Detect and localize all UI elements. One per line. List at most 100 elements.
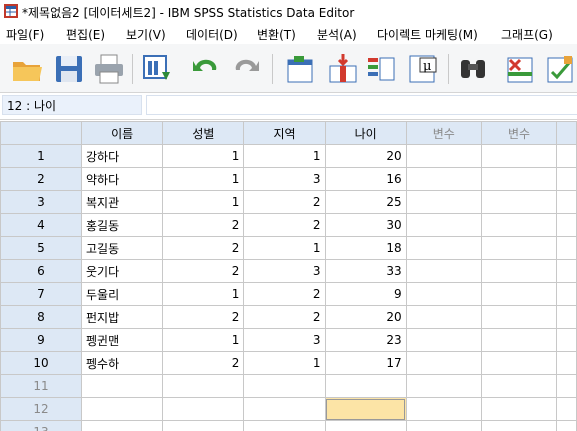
data-cell[interactable]: [405, 397, 482, 421]
data-cell[interactable]: 1: [243, 351, 326, 375]
data-cell[interactable]: 30: [324, 213, 407, 237]
data-cell[interactable]: [243, 397, 326, 421]
data-cell[interactable]: 25: [324, 190, 407, 214]
data-cell[interactable]: [480, 420, 558, 431]
column-header-partial[interactable]: [556, 121, 577, 145]
save-icon[interactable]: [52, 52, 86, 86]
data-cell[interactable]: 2: [162, 259, 245, 283]
data-cell[interactable]: [405, 374, 482, 398]
data-cell[interactable]: 2: [243, 305, 326, 329]
data-cell[interactable]: 2: [162, 305, 245, 329]
goto-variable-icon[interactable]: [326, 52, 360, 86]
data-cell[interactable]: [556, 420, 577, 431]
menu-view[interactable]: 보기(V): [126, 26, 166, 43]
row-header[interactable]: 13: [0, 420, 82, 431]
data-cell[interactable]: [243, 374, 326, 398]
data-cell[interactable]: 웃기다: [80, 259, 164, 283]
cell-value-input[interactable]: [146, 95, 577, 115]
column-header-empty[interactable]: 변수: [405, 121, 482, 145]
data-cell[interactable]: [556, 397, 577, 421]
data-cell[interactable]: 20: [324, 144, 407, 168]
column-header[interactable]: 지역: [243, 121, 326, 145]
data-cell[interactable]: 1: [162, 282, 245, 306]
data-cell[interactable]: 1: [243, 236, 326, 260]
data-cell[interactable]: [405, 305, 482, 329]
data-cell[interactable]: [556, 190, 577, 214]
data-cell[interactable]: 1: [162, 167, 245, 191]
row-header[interactable]: 3: [0, 190, 82, 214]
grid-corner[interactable]: [0, 121, 82, 145]
data-cell[interactable]: 3: [243, 328, 326, 352]
data-cell[interactable]: 강하다: [80, 144, 164, 168]
data-cell[interactable]: 23: [324, 328, 407, 352]
data-cell[interactable]: 3: [243, 167, 326, 191]
data-cell[interactable]: [80, 420, 164, 431]
data-cell[interactable]: [405, 190, 482, 214]
data-cell[interactable]: [405, 420, 482, 431]
data-cell[interactable]: 2: [162, 351, 245, 375]
data-cell[interactable]: [405, 282, 482, 306]
data-cell[interactable]: [556, 374, 577, 398]
menu-data[interactable]: 데이터(D): [186, 26, 238, 43]
data-cell[interactable]: 약하다: [80, 167, 164, 191]
data-cell[interactable]: [480, 190, 558, 214]
column-header[interactable]: 이름: [80, 121, 164, 145]
column-header[interactable]: 성별: [162, 121, 245, 145]
data-cell[interactable]: [556, 351, 577, 375]
data-cell[interactable]: [556, 167, 577, 191]
data-cell[interactable]: [556, 213, 577, 237]
data-cell[interactable]: [405, 236, 482, 260]
menu-analyze[interactable]: 분석(A): [317, 26, 357, 43]
data-cell[interactable]: 두울리: [80, 282, 164, 306]
row-header[interactable]: 12: [0, 397, 82, 421]
data-cell[interactable]: [480, 374, 558, 398]
data-cell[interactable]: [480, 167, 558, 191]
data-cell[interactable]: [480, 397, 558, 421]
goto-case-icon[interactable]: [284, 52, 318, 86]
data-cell[interactable]: 1: [162, 144, 245, 168]
print-icon[interactable]: [92, 52, 126, 86]
row-header[interactable]: 6: [0, 259, 82, 283]
data-cell[interactable]: 1: [243, 144, 326, 168]
data-cell[interactable]: [556, 144, 577, 168]
data-cell[interactable]: [405, 213, 482, 237]
data-cell[interactable]: 1: [162, 328, 245, 352]
data-cell[interactable]: [405, 144, 482, 168]
insert-cases-icon[interactable]: [504, 52, 538, 86]
data-cell[interactable]: 20: [324, 305, 407, 329]
data-cell[interactable]: [556, 259, 577, 283]
data-cell[interactable]: 펭수하: [80, 351, 164, 375]
data-cell[interactable]: [405, 167, 482, 191]
data-cell[interactable]: [80, 374, 164, 398]
dialog-recall-icon[interactable]: [140, 52, 174, 86]
column-header[interactable]: 나이: [324, 121, 407, 145]
menu-graphs[interactable]: 그래프(G): [501, 26, 553, 43]
data-cell[interactable]: 2: [162, 236, 245, 260]
data-cell[interactable]: [480, 305, 558, 329]
data-cell[interactable]: [405, 328, 482, 352]
row-header[interactable]: 10: [0, 351, 82, 375]
row-header[interactable]: 4: [0, 213, 82, 237]
data-cell[interactable]: [324, 374, 407, 398]
insert-variable-icon[interactable]: [544, 52, 577, 86]
redo-icon[interactable]: [230, 52, 264, 86]
column-header-empty[interactable]: 변수: [480, 121, 558, 145]
data-cell[interactable]: [480, 144, 558, 168]
data-cell[interactable]: [480, 351, 558, 375]
descriptives-icon[interactable]: μ: [406, 52, 440, 86]
data-cell[interactable]: [480, 236, 558, 260]
data-cell[interactable]: [480, 328, 558, 352]
data-cell[interactable]: [162, 420, 245, 431]
data-cell[interactable]: 2: [243, 213, 326, 237]
selected-cell[interactable]: [324, 397, 407, 421]
data-cell[interactable]: [80, 397, 164, 421]
row-header[interactable]: 1: [0, 144, 82, 168]
data-cell[interactable]: 17: [324, 351, 407, 375]
data-cell[interactable]: 2: [162, 213, 245, 237]
data-cell[interactable]: 복지관: [80, 190, 164, 214]
data-cell[interactable]: [556, 328, 577, 352]
data-cell[interactable]: 16: [324, 167, 407, 191]
data-cell[interactable]: 펭귄맨: [80, 328, 164, 352]
data-cell[interactable]: [162, 397, 245, 421]
open-folder-icon[interactable]: [10, 52, 44, 86]
